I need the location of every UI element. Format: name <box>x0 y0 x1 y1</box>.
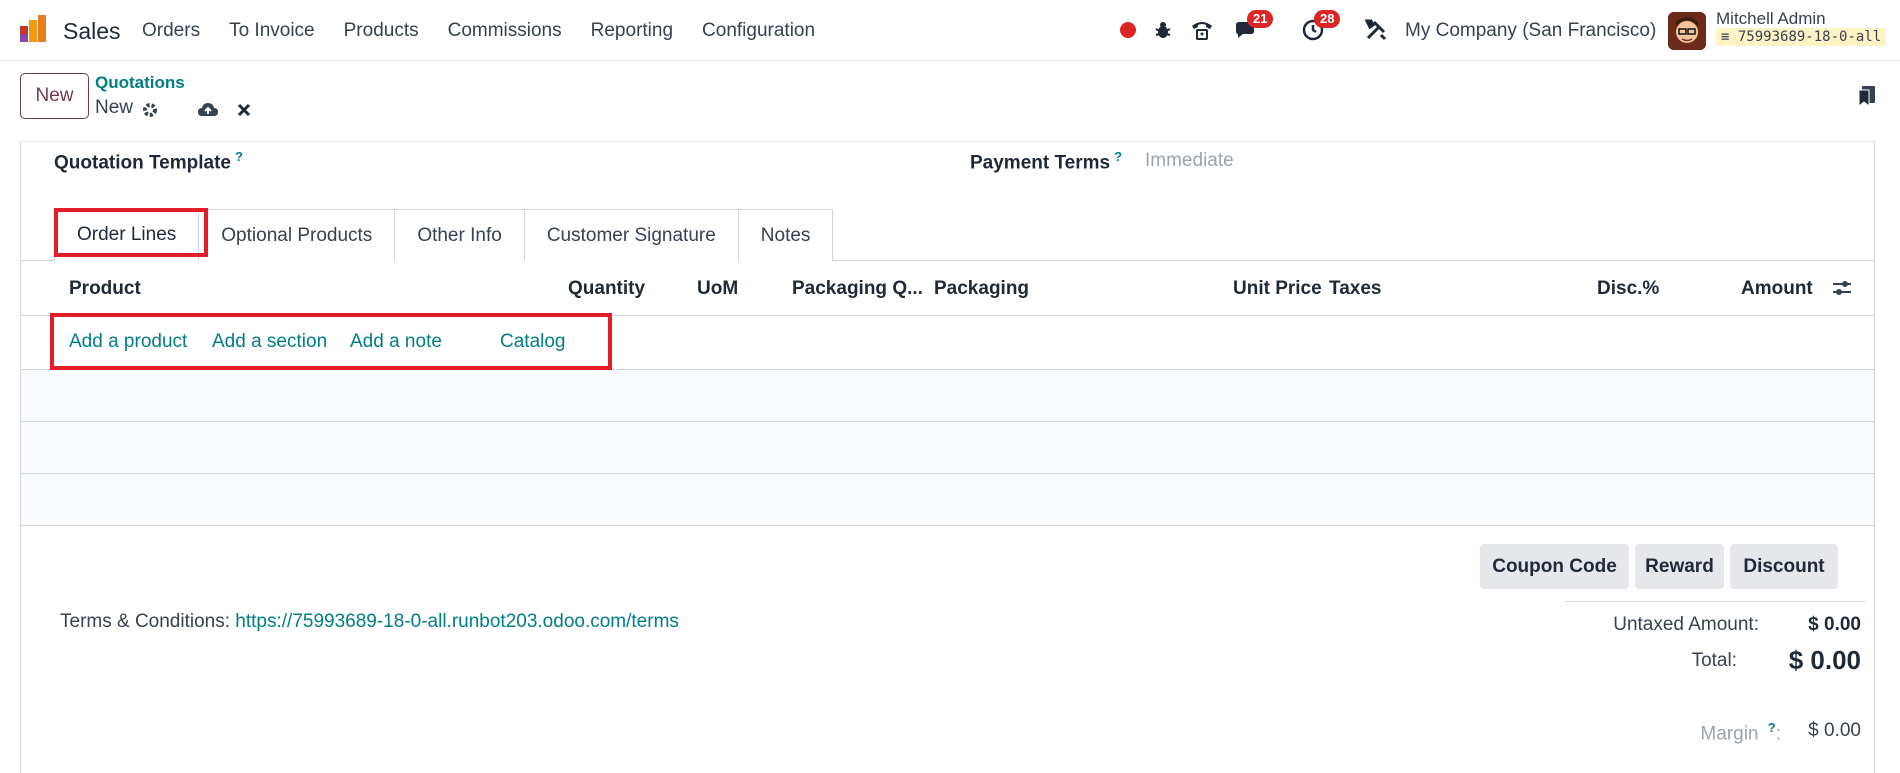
user-avatar[interactable] <box>1668 12 1706 50</box>
column-discount[interactable]: Disc.% <box>1597 278 1659 300</box>
margin-label-text: Margin <box>1700 723 1759 745</box>
column-product[interactable]: Product <box>69 278 141 300</box>
activities-count-badge: 28 <box>1314 10 1341 28</box>
terms-link[interactable]: https://75993689-18-0-all.runbot203.odoo… <box>235 611 679 632</box>
new-button[interactable]: New <box>20 73 89 119</box>
highlight-add-links <box>50 313 612 370</box>
quotation-template-help-icon[interactable]: ? <box>235 149 243 164</box>
gear-icon[interactable] <box>139 99 161 121</box>
payment-terms-input[interactable]: Immediate <box>1145 150 1234 172</box>
tab-customer-signature[interactable]: Customer Signature <box>524 209 739 261</box>
untaxed-amount-value: $ 0.00 <box>1808 614 1861 635</box>
tab-notes[interactable]: Notes <box>738 209 834 261</box>
payment-terms-label: Payment Terms? <box>970 149 1122 174</box>
chatter-toggle-icon[interactable] <box>1856 84 1878 110</box>
column-packaging-qty[interactable]: Packaging Q... <box>792 278 923 300</box>
debug-bug-icon[interactable] <box>1147 14 1179 46</box>
totals-divider <box>1565 601 1865 602</box>
tools-icon[interactable] <box>1360 14 1392 46</box>
main-menu: Orders To Invoice Products Commissions R… <box>142 20 844 42</box>
column-taxes[interactable]: Taxes <box>1329 278 1381 300</box>
activities-clock-icon[interactable]: 28 <box>1297 10 1341 46</box>
total-value: $ 0.00 <box>1788 645 1861 675</box>
payment-terms-label-text: Payment Terms <box>970 152 1111 174</box>
quotation-template-label: Quotation Template? <box>54 149 243 174</box>
menu-item-reporting[interactable]: Reporting <box>591 20 673 42</box>
payment-terms-help-icon[interactable]: ? <box>1114 149 1122 164</box>
discount-button[interactable]: Discount <box>1730 544 1838 589</box>
menu-item-commissions[interactable]: Commissions <box>448 20 562 42</box>
column-quantity[interactable]: Quantity <box>568 278 645 300</box>
database-badge: ≡ 75993689-18-0-all <box>1716 28 1887 46</box>
empty-row <box>21 474 1874 526</box>
margin-value: $ 0.00 <box>1808 720 1861 741</box>
tab-other-info[interactable]: Other Info <box>395 209 525 261</box>
terms-conditions: Terms & Conditions: https://75993689-18-… <box>60 611 679 633</box>
sales-app-icon[interactable] <box>18 14 48 44</box>
save-cloud-icon[interactable] <box>197 99 219 121</box>
empty-row <box>21 422 1874 474</box>
company-switcher[interactable]: My Company (San Francisco) <box>1405 20 1656 42</box>
total-label: Total: <box>1691 650 1737 671</box>
database-icon: ≡ <box>1721 29 1730 45</box>
breadcrumb-current: New <box>95 97 134 118</box>
menu-item-orders[interactable]: Orders <box>142 20 200 42</box>
tab-optional-products[interactable]: Optional Products <box>199 209 396 261</box>
highlight-order-lines-tab <box>54 208 208 257</box>
app-name[interactable]: Sales <box>63 18 121 45</box>
order-lines-header: Product Quantity UoM Packaging Q... Pack… <box>21 261 1874 316</box>
discard-close-icon[interactable] <box>233 99 255 121</box>
column-amount[interactable]: Amount <box>1741 278 1813 300</box>
menu-item-to-invoice[interactable]: To Invoice <box>229 20 315 42</box>
reward-button[interactable]: Reward <box>1635 544 1724 589</box>
phone-icon[interactable] <box>1186 14 1218 46</box>
messages-count-badge: 21 <box>1247 10 1274 28</box>
record-icon[interactable] <box>1112 14 1144 46</box>
form-sheet: Quotation Template? Payment Terms? Immed… <box>20 141 1875 773</box>
coupon-code-button[interactable]: Coupon Code <box>1480 544 1629 589</box>
column-settings-icon[interactable] <box>1831 278 1853 304</box>
column-unit-price[interactable]: Unit Price <box>1233 278 1322 300</box>
untaxed-amount-label: Untaxed Amount: <box>1613 614 1759 635</box>
terms-label: Terms & Conditions: <box>60 611 231 632</box>
empty-row <box>21 370 1874 422</box>
messages-icon[interactable]: 21 <box>1230 10 1274 46</box>
top-navbar: Sales Orders To Invoice Products Commiss… <box>0 0 1900 61</box>
menu-item-products[interactable]: Products <box>344 20 419 42</box>
database-name: 75993689-18-0-all <box>1737 29 1882 45</box>
column-uom[interactable]: UoM <box>697 278 738 300</box>
column-packaging[interactable]: Packaging <box>934 278 1029 300</box>
menu-item-configuration[interactable]: Configuration <box>702 20 815 42</box>
user-name[interactable]: Mitchell Admin <box>1716 9 1826 29</box>
quotation-template-label-text: Quotation Template <box>54 152 231 174</box>
breadcrumb-quotations[interactable]: Quotations <box>95 73 185 93</box>
